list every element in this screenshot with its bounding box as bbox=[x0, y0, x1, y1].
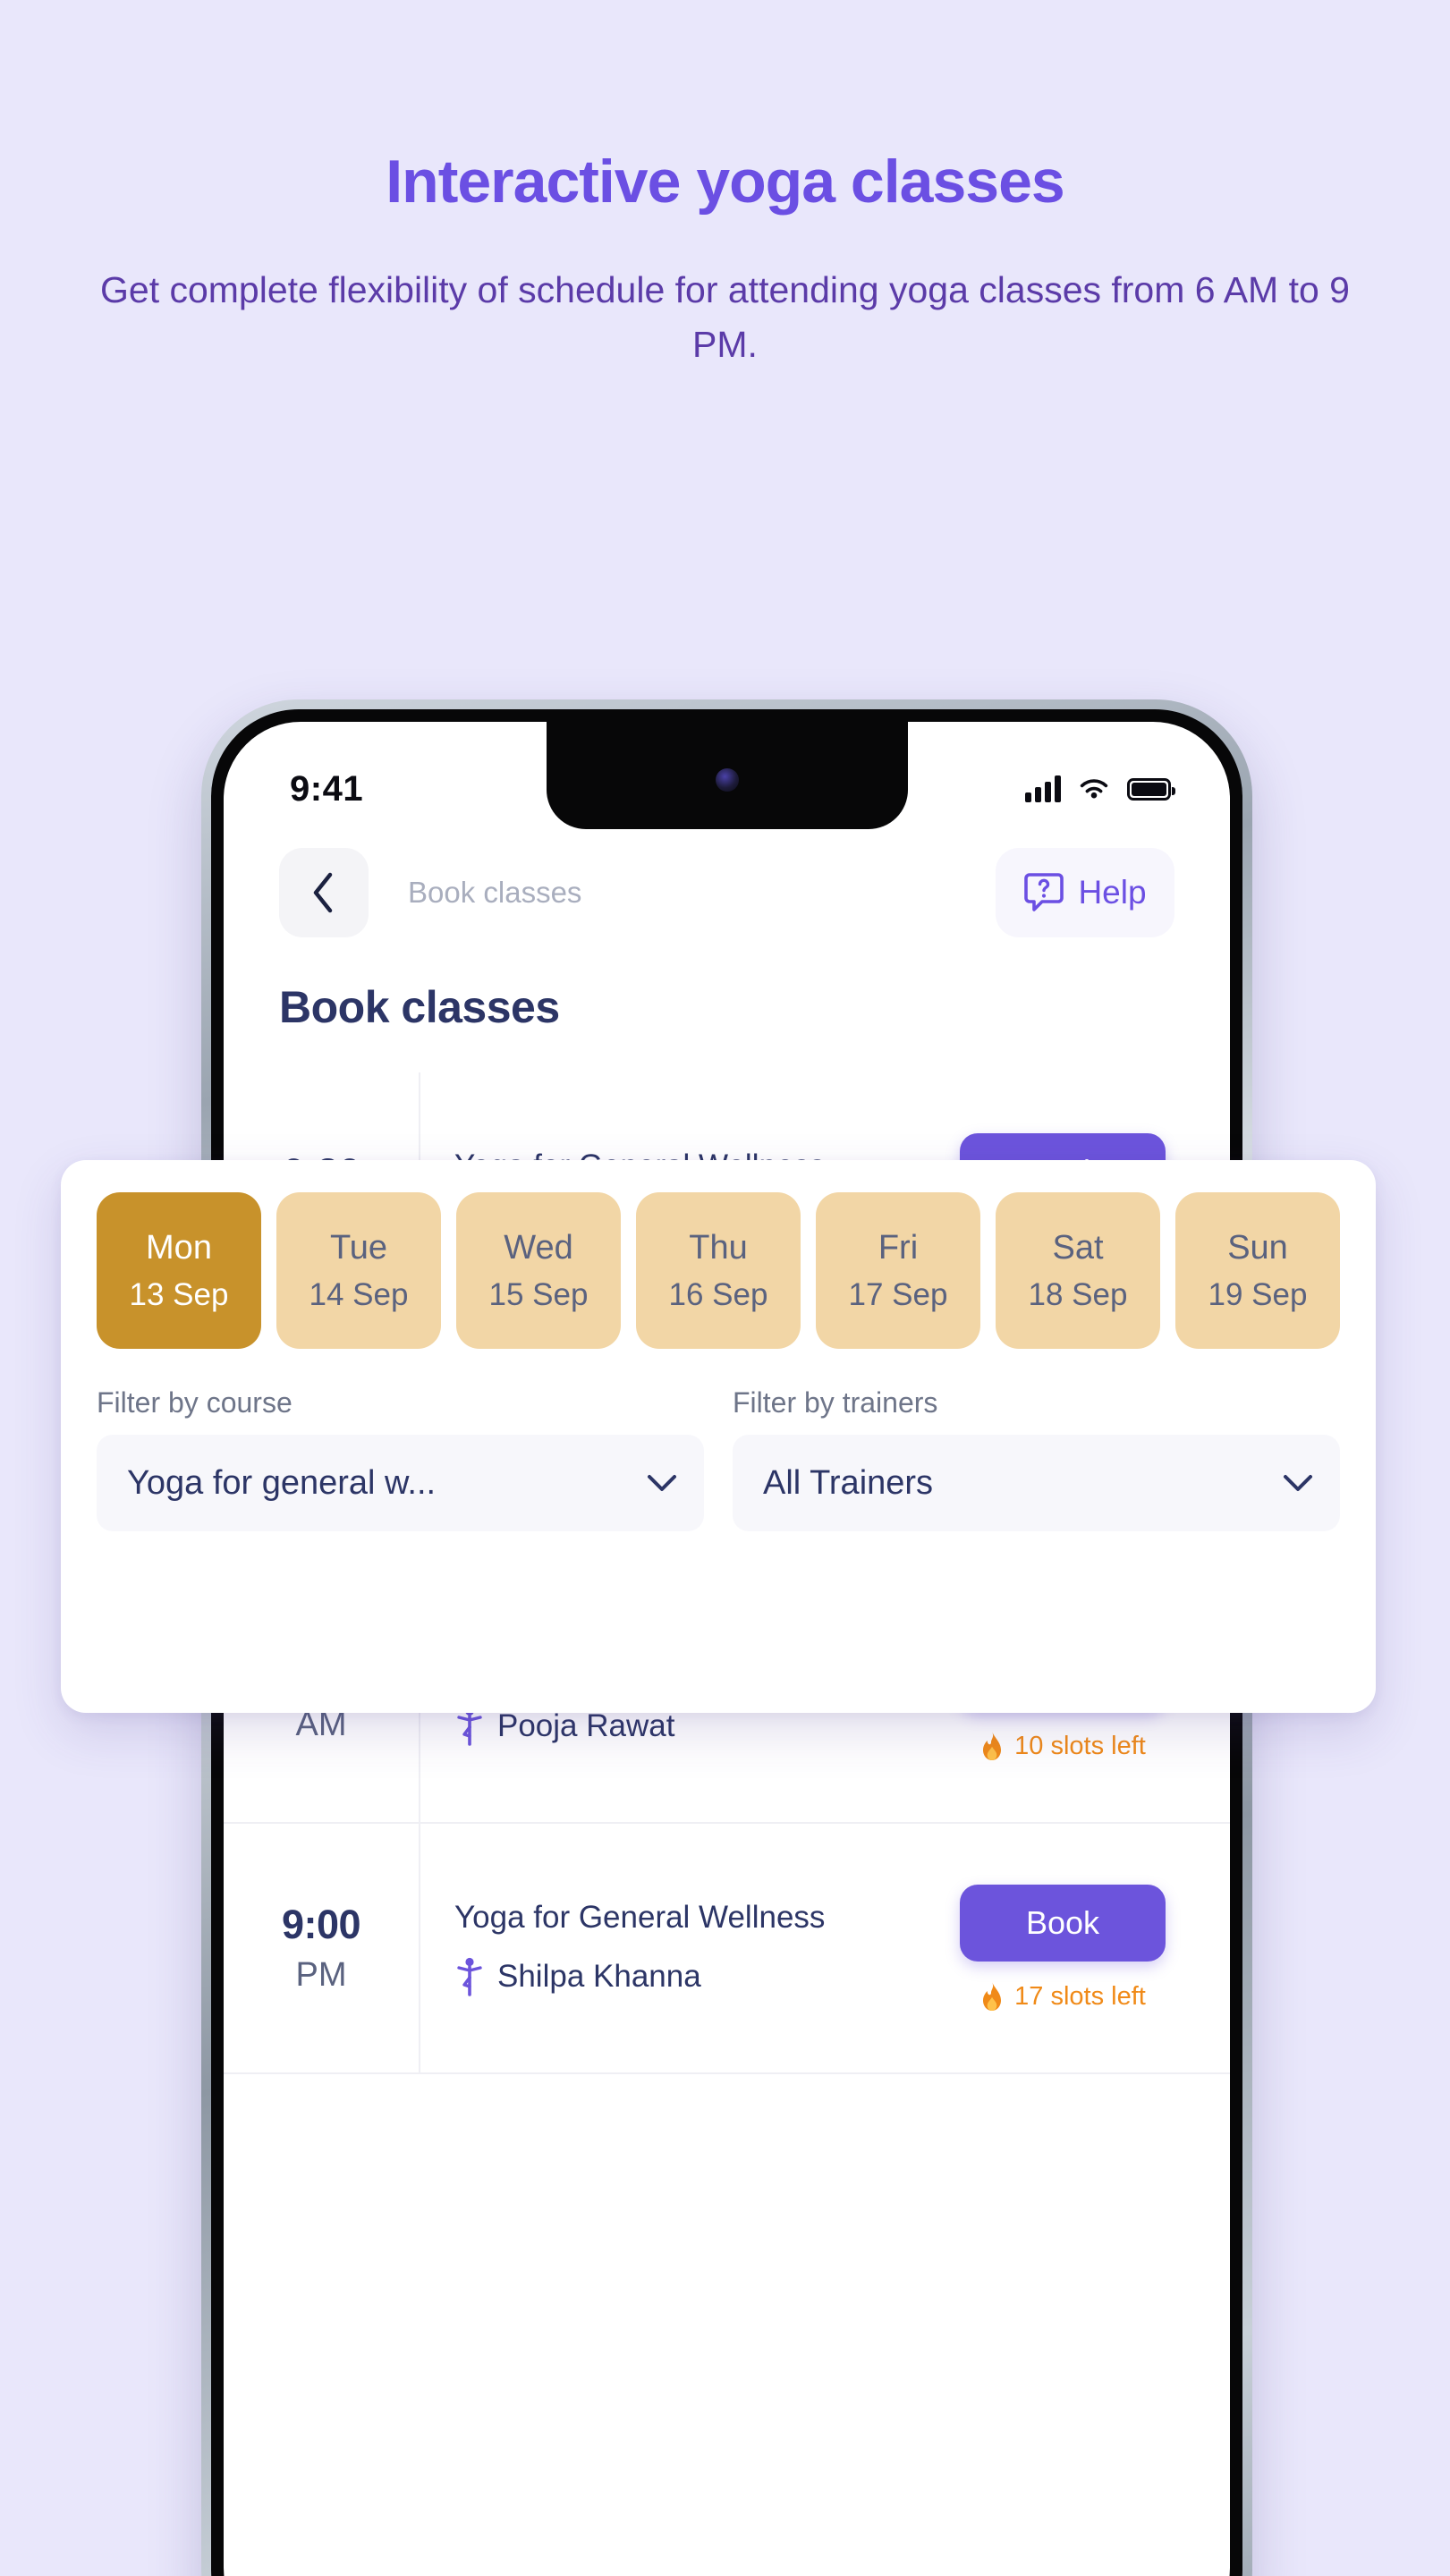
slots-left-status: 10 slots left bbox=[979, 1731, 1146, 1761]
day-chip-date: 13 Sep bbox=[129, 1276, 229, 1312]
status-bar: 9:41 bbox=[224, 722, 1230, 831]
filter-select-0[interactable]: Yoga for general w... bbox=[97, 1435, 704, 1531]
chevron-left-icon bbox=[313, 872, 333, 913]
day-chip-sun[interactable]: Sun 19 Sep bbox=[1175, 1192, 1340, 1349]
chevron-down-icon bbox=[648, 1475, 676, 1491]
filter-row: Filter by course Yoga for general w... Fil… bbox=[97, 1386, 1340, 1531]
day-chip-date: 15 Sep bbox=[488, 1276, 589, 1312]
hero-title: Interactive yoga classes bbox=[386, 148, 1064, 216]
day-chip-sat[interactable]: Sat 18 Sep bbox=[996, 1192, 1160, 1349]
chevron-down-icon bbox=[1284, 1475, 1312, 1491]
class-row: 9:00 PM Yoga for General Wellness Shilpa Kh… bbox=[224, 1824, 1230, 2074]
app-navbar: Book classes Help bbox=[224, 835, 1230, 951]
filter-group-1: Filter by trainers All Trainers bbox=[733, 1386, 1340, 1531]
help-button[interactable]: Help bbox=[996, 848, 1174, 937]
day-chip-date: 17 Sep bbox=[848, 1276, 948, 1312]
filter-select-1[interactable]: All Trainers bbox=[733, 1435, 1340, 1531]
day-chip-dow: Thu bbox=[689, 1228, 748, 1267]
day-chip-wed[interactable]: Wed 15 Sep bbox=[456, 1192, 621, 1349]
cellular-signal-icon bbox=[1025, 775, 1061, 802]
day-chip-mon[interactable]: Mon 13 Sep bbox=[97, 1192, 261, 1349]
day-chip-tue[interactable]: Tue 14 Sep bbox=[276, 1192, 441, 1349]
class-action: Book 17 slots left bbox=[947, 1824, 1178, 2072]
day-chip-thu[interactable]: Thu 16 Sep bbox=[636, 1192, 801, 1349]
navbar-title: Book classes bbox=[408, 876, 582, 909]
hero-section: Interactive yoga classes Get complete fl… bbox=[0, 0, 1450, 372]
day-chip-dow: Wed bbox=[504, 1228, 573, 1267]
book-button[interactable]: Book bbox=[960, 1885, 1166, 1962]
trainer-name: Shilpa Khanna bbox=[497, 1959, 701, 1994]
day-chip-date: 16 Sep bbox=[668, 1276, 768, 1312]
class-time-value: 9:00 bbox=[281, 1902, 361, 1947]
day-chip-dow: Tue bbox=[329, 1228, 388, 1267]
question-speech-bubble-icon bbox=[1024, 873, 1064, 911]
trainer-name: Pooja Rawat bbox=[497, 1708, 675, 1743]
filter-label: Filter by course bbox=[97, 1386, 293, 1419]
day-chip-dow: Fri bbox=[878, 1228, 919, 1267]
status-time: 9:41 bbox=[290, 768, 364, 809]
class-info: Yoga for General Wellness Shilpa Khanna bbox=[420, 1824, 947, 2072]
flame-icon bbox=[983, 1732, 1002, 1760]
day-picker: Mon 13 Sep Tue 14 Sep Wed 15 Sep Thu 16 Sep Fri 1… bbox=[97, 1192, 1340, 1349]
filter-overlay-card: Mon 13 Sep Tue 14 Sep Wed 15 Sep Thu 16 Sep Fri 1… bbox=[61, 1160, 1376, 1713]
day-chip-date: 14 Sep bbox=[309, 1276, 409, 1312]
day-chip-fri[interactable]: Fri 17 Sep bbox=[816, 1192, 980, 1349]
day-chip-date: 19 Sep bbox=[1208, 1276, 1308, 1312]
filter-value: Yoga for general w... bbox=[127, 1463, 437, 1502]
class-name: Yoga for General Wellness bbox=[454, 1900, 826, 1935]
day-chip-date: 18 Sep bbox=[1028, 1276, 1128, 1312]
filter-label: Filter by trainers bbox=[733, 1386, 938, 1419]
page-title: Book classes bbox=[279, 982, 560, 1032]
battery-icon bbox=[1127, 777, 1175, 801]
wifi-icon bbox=[1080, 779, 1108, 799]
day-chip-dow: Sun bbox=[1227, 1228, 1288, 1267]
status-label: 17 slots left bbox=[1014, 1981, 1146, 2011]
yoga-pose-icon bbox=[457, 1957, 482, 1996]
filter-group-0: Filter by course Yoga for general w... bbox=[97, 1386, 704, 1531]
back-button[interactable] bbox=[279, 848, 369, 937]
class-time-ampm: PM bbox=[295, 1956, 347, 1994]
filter-value: All Trainers bbox=[763, 1463, 934, 1502]
slots-left-status: 17 slots left bbox=[979, 1981, 1146, 2012]
help-label: Help bbox=[1078, 874, 1147, 911]
promo-screenshot: Interactive yoga classes Get complete fl… bbox=[0, 0, 1450, 2576]
class-time: 9:00 PM bbox=[224, 1824, 420, 2072]
status-label: 10 slots left bbox=[1014, 1731, 1146, 1760]
flame-icon bbox=[983, 1982, 1002, 2011]
hero-subtitle: Get complete flexibility of schedule for… bbox=[100, 269, 1350, 366]
day-chip-dow: Mon bbox=[146, 1228, 212, 1267]
day-chip-dow: Sat bbox=[1052, 1228, 1104, 1267]
status-icon-group bbox=[1025, 775, 1175, 802]
class-trainer: Shilpa Khanna bbox=[454, 1957, 947, 1996]
